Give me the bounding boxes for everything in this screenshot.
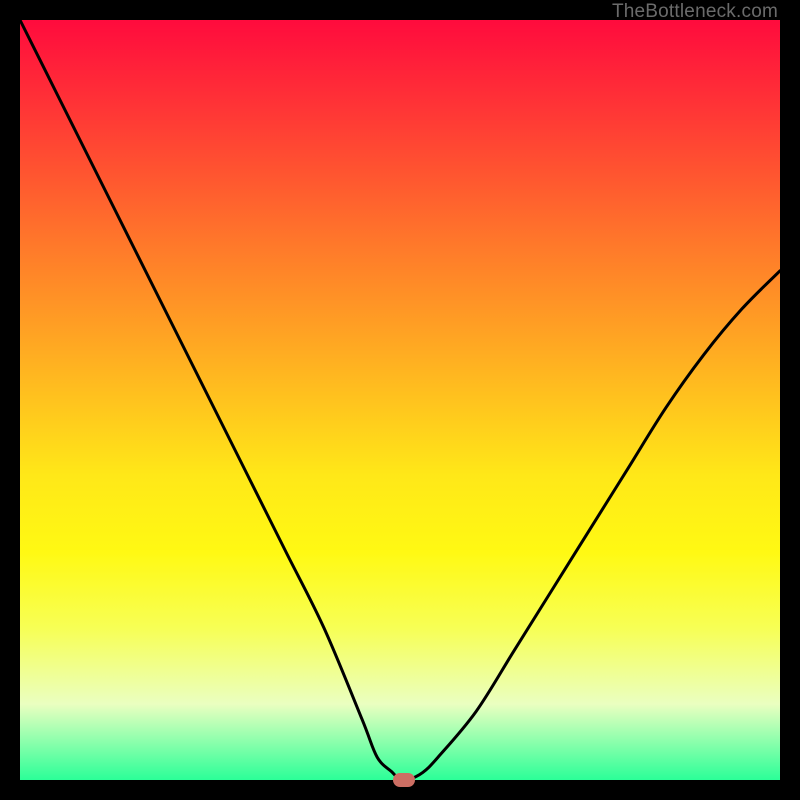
bottleneck-curve-path [20, 20, 780, 781]
chart-frame: TheBottleneck.com [0, 0, 800, 800]
curve-layer [20, 20, 780, 780]
watermark-text: TheBottleneck.com [612, 1, 778, 23]
optimal-point-marker [393, 773, 415, 787]
